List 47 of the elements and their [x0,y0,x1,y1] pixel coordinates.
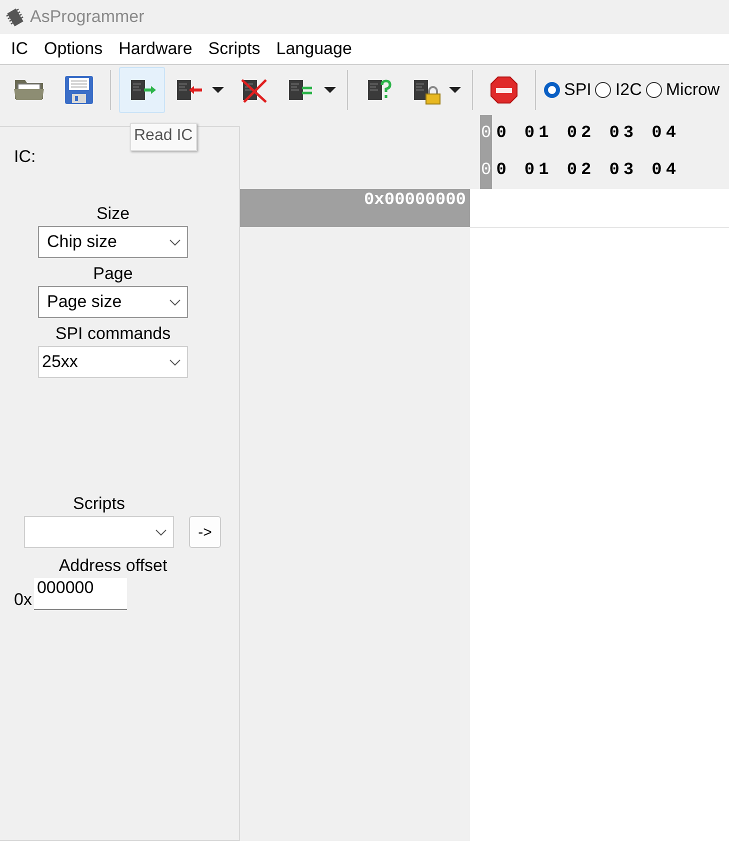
radio-button[interactable] [595,82,612,98]
chevron-down-icon [169,238,181,246]
cursor-cell: 0 [480,115,492,152]
column-header: 03 [609,161,638,180]
field-label: Size [95,203,131,225]
menu-item[interactable]: Options [36,39,111,59]
menu-item[interactable]: Language [268,39,360,59]
field-label: Address offset [58,555,168,577]
column-header: 03 [609,124,638,143]
column-header: 02 [566,124,596,143]
caret-icon [449,86,461,94]
chevron-down-icon [169,298,181,306]
column-header: 01 [524,161,553,180]
dropdown[interactable]: Chip size [38,226,188,258]
column-header: 04 [652,124,680,143]
menu-item[interactable]: Hardware [110,39,200,59]
menu-item[interactable]: Scripts [200,39,268,59]
run-script-button[interactable]: -> [189,516,221,548]
chevron-down-icon [169,358,181,366]
radio-button[interactable] [544,82,560,98]
column-header: 0 [496,124,510,143]
field-label: Scripts [72,493,126,515]
hex-prefix: 0x [14,590,32,610]
caret-icon [212,86,224,94]
chevron-down-icon [155,528,167,536]
field-label: SPI commands [54,323,172,345]
caret-icon [324,86,336,94]
interface-radio[interactable]: I2C [595,80,642,100]
interface-radio[interactable]: Microw [646,80,720,100]
column-header: 0 [496,161,510,180]
menu-item[interactable]: IC [3,39,36,59]
column-header: 01 [524,124,553,143]
ic-label: IC: [14,147,37,167]
cursor-cell: 0 [480,152,492,189]
stop-sign-icon [488,74,520,106]
column-header: 02 [566,161,596,180]
interface-radio[interactable]: SPI [544,80,592,100]
dropdown[interactable]: 25xx [38,346,188,378]
column-header: 04 [652,161,680,180]
toolbar-button[interactable] [119,67,165,113]
input-field[interactable]: 000000 [34,578,127,610]
tooltip: Read IC [130,123,197,151]
window-title: AsProgrammer [30,7,144,27]
field-label: Page [92,263,134,285]
dropdown[interactable]: Page size [38,286,188,318]
radio-button[interactable] [646,82,662,98]
address-cell: 0x00000000 [240,189,470,227]
